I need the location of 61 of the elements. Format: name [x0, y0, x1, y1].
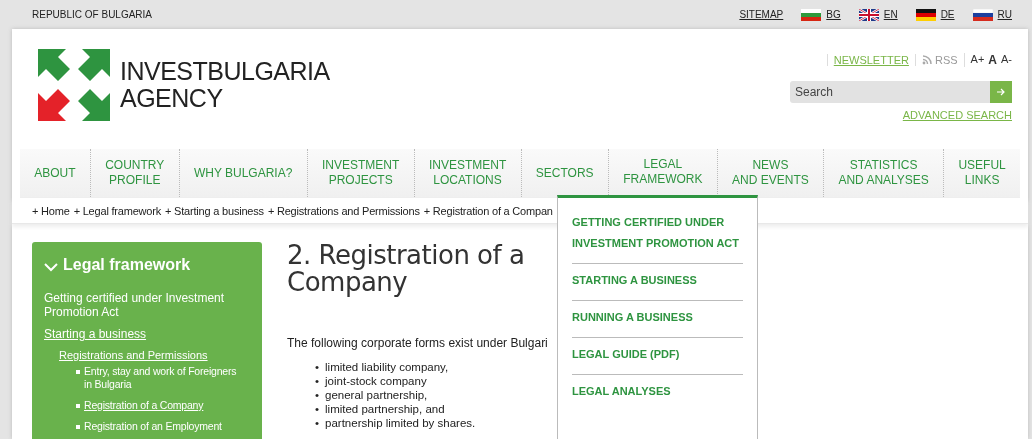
menu-item[interactable]: LEGAL ANALYSES [572, 375, 743, 411]
list-item: joint-stock company [325, 374, 427, 388]
list-bullet: • [315, 388, 320, 402]
logo-text: INVESTBULGARIA AGENCY [120, 58, 330, 112]
menu-item[interactable]: LEGAL GUIDE (PDF) [572, 338, 743, 375]
font-size-button[interactable]: A- [1001, 53, 1012, 67]
menu-item[interactable]: GETTING CERTIFIED UNDER INVESTMENT PROMOTION ACT [572, 212, 743, 264]
rss-link[interactable]: RSS [934, 54, 958, 66]
list-item: general partnership, [325, 388, 428, 402]
list-item: partnership limited by shares. [325, 416, 476, 430]
list-bullet: • [315, 360, 320, 374]
list-item: limited liability company, [325, 360, 449, 374]
list-bullet: • [315, 374, 320, 388]
nav-tab[interactable]: INVESTMENT PROJECTS [307, 149, 415, 197]
font-size-button[interactable]: A+ [970, 53, 985, 67]
sidebar-link[interactable]: Registration of a Company [84, 399, 240, 412]
intro-text: The following corporate forms exist under Bulgari [287, 336, 549, 350]
language-link[interactable]: RU [997, 9, 1012, 20]
sidebar-link[interactable]: Getting certified under Investment Promotion Act [44, 291, 250, 319]
sidebar-link[interactable]: Registration of an Employment [84, 420, 240, 433]
rss-icon [921, 55, 932, 65]
search-field[interactable]: Search [790, 81, 990, 103]
nav-tab[interactable]: COUNTRY PROFILE [90, 149, 180, 197]
language-link[interactable]: DE [940, 9, 955, 20]
search-button[interactable] [990, 81, 1012, 103]
menu-item[interactable]: RUNNING A BUSINESS [572, 301, 743, 338]
list-bullet: • [315, 402, 320, 416]
list-item: limited partnership, and [325, 402, 445, 416]
nav-tab[interactable]: ABOUT [20, 149, 91, 197]
breadcrumb-link[interactable]: + Legal framework [73, 205, 162, 223]
language-link[interactable]: BG [826, 9, 841, 20]
advanced-search-link[interactable]: ADVANCED SEARCH [902, 109, 1012, 121]
flag-icon [858, 8, 879, 21]
list-bullet: • [315, 416, 320, 430]
flag-icon [801, 8, 822, 21]
breadcrumb-link[interactable]: + Registration of a Compan [423, 205, 553, 223]
sitemap-link[interactable]: SITEMAP [739, 9, 784, 20]
language-link[interactable]: EN [883, 9, 898, 20]
sidebar-link[interactable]: Entry, stay and work of Foreigners in Bulgaria [84, 365, 240, 391]
sidebar-link[interactable]: Registrations and Permissions [59, 349, 208, 361]
nav-tab[interactable]: USEFUL LINKS [944, 149, 1021, 197]
bullet-icon [76, 370, 80, 374]
bullet-icon [76, 425, 80, 429]
sidebar-link[interactable]: Starting a business [44, 327, 147, 341]
menu-item[interactable]: STARTING A BUSINESS [572, 264, 743, 301]
page-title: 2. Registration of a Company [287, 242, 526, 296]
breadcrumb-link[interactable]: + Registrations and Permissions [267, 205, 420, 223]
newsletter-link[interactable]: NEWSLETTER [826, 54, 915, 66]
chevron-icon [44, 262, 58, 272]
font-size-button[interactable]: A [988, 53, 997, 67]
breadcrumb-link[interactable]: + Home [32, 205, 70, 223]
flag-icon [972, 8, 993, 21]
nav-tab[interactable]: INVESTMENT LOCATIONS [414, 149, 522, 197]
flag-icon [915, 8, 936, 21]
nav-tab[interactable]: STATISTICS AND ANALYSES [824, 149, 945, 197]
sidebar-title: Legal framework [63, 256, 191, 274]
breadcrumb-link[interactable]: + Starting a business [165, 205, 264, 223]
bullet-icon [76, 404, 80, 408]
arrow-icon [996, 87, 1006, 97]
country-label: REPUBLIC OF BULGARIA [32, 9, 153, 20]
nav-tab[interactable]: WHY BULGARIA? [179, 149, 308, 197]
